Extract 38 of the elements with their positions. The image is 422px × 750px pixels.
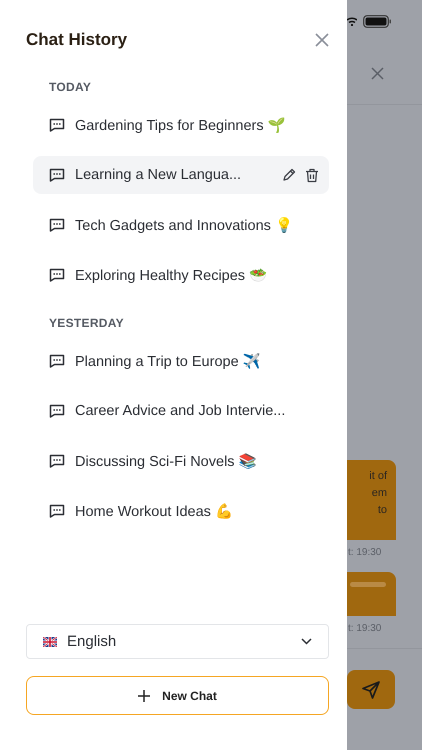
chat-item[interactable]: Exploring Healthy Recipes 🥗 — [33, 256, 329, 294]
section-label: YESTERDAY — [49, 316, 125, 330]
send-button[interactable] — [347, 670, 395, 709]
section-label: TODAY — [49, 80, 92, 94]
send-icon — [361, 680, 381, 700]
battery-icon — [363, 14, 392, 28]
chat-bubble-icon — [49, 218, 65, 232]
chevron-down-icon — [301, 638, 312, 645]
chat-bubble-icon — [49, 168, 65, 182]
plus-icon — [138, 690, 150, 702]
chat-bubble-icon — [49, 118, 65, 132]
language-select[interactable]: English — [26, 624, 329, 659]
drawer-title: Chat History — [26, 30, 128, 50]
chat-bubble-icon — [49, 454, 65, 468]
chat-bubble-icon — [49, 404, 65, 418]
close-icon[interactable] — [315, 33, 329, 47]
wifi-icon — [347, 16, 357, 26]
pencil-icon[interactable] — [282, 168, 296, 182]
loading-bar — [350, 582, 386, 587]
message-text: em — [372, 486, 388, 501]
chat-bubble-icon — [49, 354, 65, 368]
trash-icon[interactable] — [305, 168, 319, 182]
chat-bubble-icon — [49, 268, 65, 282]
chat-item[interactable]: Career Advice and Job Intervie... — [33, 392, 329, 430]
flag-icon — [43, 636, 57, 646]
chat-bubble-icon — [49, 504, 65, 518]
close-icon — [371, 66, 384, 80]
chat-item[interactable]: Learning a New Langua... — [33, 156, 329, 194]
chat-item[interactable]: Gardening Tips for Beginners 🌱 — [33, 106, 329, 144]
chat-item[interactable]: Planning a Trip to Europe ✈ — [33, 342, 329, 380]
chat-item[interactable]: Home Workout Ideas 💪 — [33, 492, 329, 530]
chat-item[interactable]: Discussing Sci-Fi Novels 📚 — [33, 442, 329, 480]
new-chat-button[interactable]: New Chat — [26, 676, 329, 715]
message-time: t: 19:30 — [348, 547, 382, 558]
message-text: to — [378, 503, 388, 518]
message-time: t: 19:30 — [348, 623, 382, 634]
message-text: it of — [369, 469, 388, 484]
chat-item[interactable]: Tech Gadgets and Innovations 💡 — [33, 206, 329, 244]
